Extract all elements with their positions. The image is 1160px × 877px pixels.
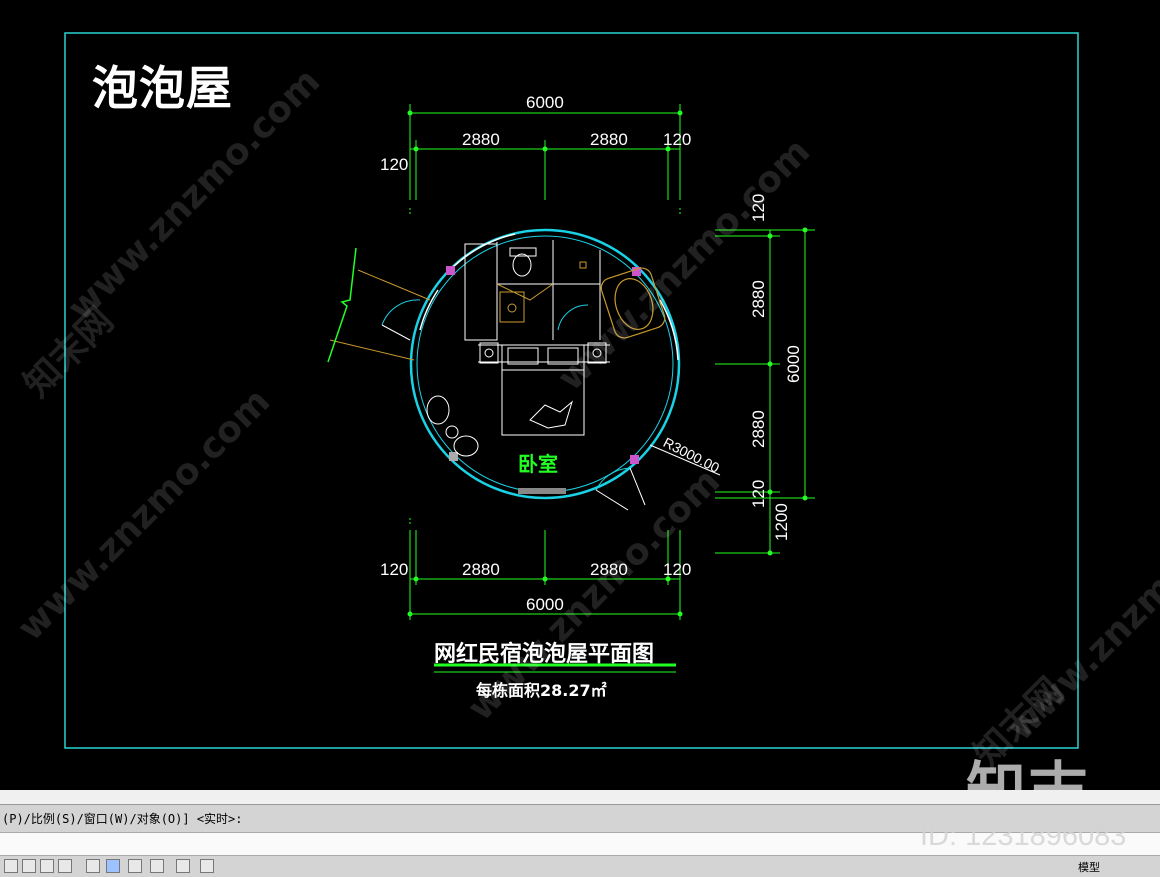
dim-top-left: 2880	[462, 130, 500, 149]
drawing-title: 泡泡屋	[92, 61, 233, 115]
fittings	[496, 261, 587, 301]
brand-id: ID: 1231896083	[920, 820, 1127, 852]
dim-right-overall: 6000	[784, 345, 803, 383]
dyn-toggle[interactable]	[150, 859, 164, 873]
qp-toggle[interactable]	[200, 859, 214, 873]
dim-bottom-edge-right: 120	[663, 560, 691, 579]
room-label-bedroom: 卧室	[518, 452, 558, 476]
dim-top-overall: 6000	[526, 93, 564, 112]
dim-top-edge-left: 120	[380, 155, 408, 174]
drawing-canvas[interactable]: 6000 2880 2880 120 120 120 2880 2880 120…	[0, 0, 1160, 826]
grid-toggle[interactable]	[22, 859, 36, 873]
dim-top-right: 2880	[590, 130, 628, 149]
sink	[499, 291, 525, 323]
dim-top-edge-right: 120	[663, 130, 691, 149]
dim-right-lower: 2880	[749, 410, 768, 448]
dim-right-ext: 1200	[772, 503, 791, 541]
model-space-label[interactable]: 模型	[1078, 859, 1100, 875]
dim-right-bottom-edge: 120	[749, 480, 768, 508]
entry-steps	[329, 269, 431, 361]
dim-bottom-left: 2880	[462, 560, 500, 579]
chairs	[426, 395, 479, 457]
osnap-toggle[interactable]	[86, 859, 100, 873]
ducs-toggle[interactable]	[128, 859, 142, 873]
otrack-toggle[interactable]	[106, 859, 120, 873]
dim-bottom-edge-left: 120	[380, 560, 408, 579]
polar-toggle[interactable]	[58, 859, 72, 873]
bottom-opening	[518, 488, 566, 494]
ortho-toggle[interactable]	[40, 859, 54, 873]
command-history-line: (P)/比例(S)/窗口(W)/对象(O)] <实时>:	[2, 812, 243, 826]
snap-toggle[interactable]	[4, 859, 18, 873]
top-dimensions	[407, 104, 683, 215]
lwt-toggle[interactable]	[176, 859, 190, 873]
command-separator	[0, 790, 1160, 805]
dim-right-upper: 2880	[749, 280, 768, 318]
status-bar: 模型	[0, 856, 1160, 877]
toilet	[509, 247, 537, 277]
